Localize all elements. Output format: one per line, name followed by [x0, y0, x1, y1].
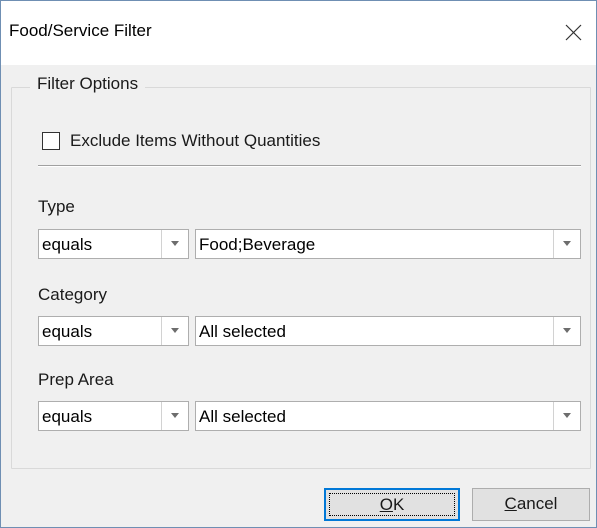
category-value-select[interactable]: All selected [195, 316, 581, 346]
category-value-dropdown-button[interactable] [553, 317, 580, 345]
prep-area-operator-select[interactable]: equals [38, 401, 189, 431]
type-operator-dropdown-button[interactable] [161, 230, 188, 258]
category-operator-dropdown-button[interactable] [161, 317, 188, 345]
cancel-button-label: Cancel [504, 494, 558, 513]
category-operator-select[interactable]: equals [38, 316, 189, 346]
exclude-items-checkbox[interactable] [42, 132, 60, 150]
prep-area-value-select[interactable]: All selected [195, 401, 581, 431]
type-value-dropdown-button[interactable] [553, 230, 580, 258]
category-label: Category [38, 285, 107, 304]
chevron-down-icon [563, 241, 571, 246]
prep-area-value: All selected [199, 407, 286, 426]
ok-button-label: OK [379, 495, 405, 514]
exclude-items-label[interactable]: Exclude Items Without Quantities [70, 131, 320, 151]
separator [38, 165, 581, 167]
type-value: Food;Beverage [199, 235, 316, 254]
category-operator-value: equals [42, 322, 93, 341]
filter-options-legend: Filter Options [30, 74, 146, 94]
type-operator-select[interactable]: equals [38, 229, 189, 259]
chevron-down-icon [171, 241, 179, 246]
category-value: All selected [199, 322, 286, 341]
prep-area-operator-dropdown-button[interactable] [161, 402, 188, 430]
close-icon [565, 24, 582, 41]
close-button[interactable] [550, 11, 596, 55]
type-operator-value: equals [42, 235, 93, 254]
chevron-down-icon [171, 413, 179, 418]
prep-area-operator-value: equals [42, 407, 93, 426]
ok-button[interactable]: OK [324, 488, 460, 521]
chevron-down-icon [171, 328, 179, 333]
type-value-select[interactable]: Food;Beverage [195, 229, 581, 259]
dialog-title: Food/Service Filter [9, 21, 152, 40]
prep-area-label: Prep Area [38, 370, 114, 389]
type-label: Type [38, 197, 75, 216]
title-bar: Food/Service Filter [1, 1, 596, 65]
chevron-down-icon [563, 413, 571, 418]
chevron-down-icon [563, 328, 571, 333]
prep-area-value-dropdown-button[interactable] [553, 402, 580, 430]
cancel-button[interactable]: Cancel [472, 488, 590, 521]
filter-dialog: Food/Service Filter Filter Options Exclu… [0, 0, 597, 528]
